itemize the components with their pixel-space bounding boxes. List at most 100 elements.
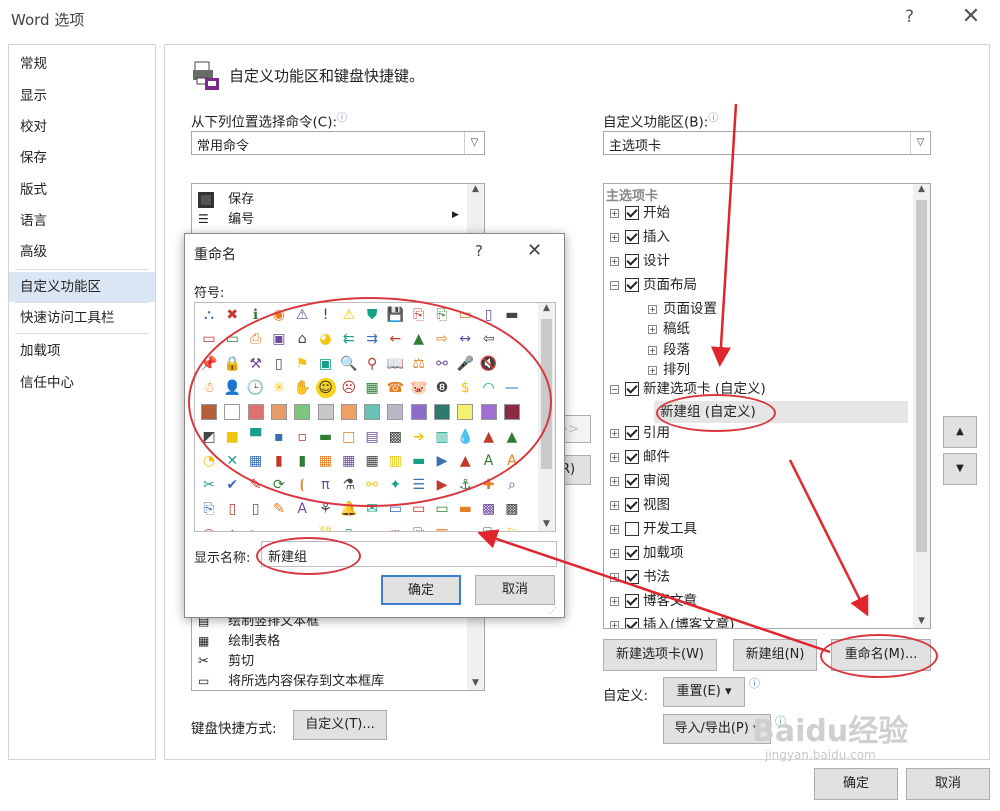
expand-icon[interactable]: + (610, 428, 619, 438)
symbol-icon[interactable]: ▯ (339, 524, 359, 531)
tree-checkbox[interactable] (625, 206, 639, 220)
tree-item[interactable]: + 书法 (610, 566, 670, 588)
keyboard-customize-button[interactable]: 自定义(T)... (293, 710, 387, 740)
close-button[interactable]: ✕ (958, 4, 984, 29)
symbol-icon[interactable]: ▭ (432, 499, 452, 519)
symbol-icon[interactable]: A (292, 499, 312, 519)
ribbon-tabs-combo[interactable]: 主选项卡 ▽ (603, 131, 931, 155)
tree-checkbox[interactable] (625, 570, 639, 584)
sidebar-item-1[interactable]: 显示 (9, 81, 155, 111)
tree-checkbox[interactable] (625, 498, 639, 512)
move-down-button[interactable]: ▼ (943, 453, 977, 485)
symbol-icon[interactable]: ✎ (269, 499, 289, 519)
sidebar-item-5[interactable]: 语言 (9, 206, 155, 236)
sidebar-item-9[interactable]: 加载项 (9, 336, 155, 366)
expand-icon[interactable]: + (610, 256, 619, 266)
list-item[interactable]: ▦ 绘制表格 (198, 630, 280, 649)
expand-icon[interactable]: + (610, 232, 619, 242)
dialog-close-button[interactable]: ✕ (527, 240, 542, 261)
chevron-down-icon[interactable]: ▽ (910, 132, 930, 154)
reset-button[interactable]: 重置(E) ▾ (663, 677, 745, 707)
tree-item[interactable]: + 插入 (610, 226, 670, 248)
symbol-icon[interactable]: ✖ (222, 305, 242, 325)
expand-icon[interactable]: + (648, 304, 657, 314)
move-up-button[interactable]: ▲ (943, 416, 977, 448)
new-group-button[interactable]: 新建组(N) (733, 639, 817, 671)
symbol-icon[interactable]: ▭ (362, 524, 382, 531)
symbol-icon[interactable]: ✂ (246, 524, 266, 531)
chevron-down-icon[interactable]: ▽ (464, 132, 484, 154)
tree-item[interactable]: + 段落 (648, 339, 690, 361)
tree-checkbox[interactable] (625, 522, 639, 536)
symbol-icon[interactable]: ⎘ (479, 524, 499, 531)
symbol-icon[interactable]: ⌂ (222, 524, 242, 531)
collapse-icon[interactable]: − (610, 384, 619, 394)
tree-item[interactable]: + 视图 (610, 494, 670, 516)
symbol-icon[interactable]: ▯ (222, 499, 242, 519)
tree-item[interactable]: + 设计 (610, 250, 670, 272)
expand-icon[interactable]: + (610, 524, 619, 534)
symbol-icon[interactable]: ⛓ (316, 524, 336, 531)
tree-checkbox[interactable] (625, 618, 639, 628)
expand-icon[interactable]: + (610, 596, 619, 606)
symbol-icon[interactable]: ▩ (479, 499, 499, 519)
expand-icon[interactable]: + (610, 548, 619, 558)
tree-item[interactable]: + 加载项 (610, 542, 684, 564)
dialog-cancel-button[interactable]: 取消 (475, 575, 555, 605)
tree-item[interactable]: + 开发工具 (610, 518, 697, 540)
list-item[interactable]: ☰ 编号 (198, 208, 254, 227)
symbol-icon[interactable]: ▬ (455, 499, 475, 519)
symbol-icon[interactable]: ⎘ (199, 499, 219, 519)
tree-item[interactable]: + 邮件 (610, 446, 670, 468)
expand-icon[interactable]: + (610, 476, 619, 486)
sidebar-item-3[interactable]: 保存 (9, 143, 155, 173)
tree-checkbox[interactable] (625, 278, 639, 292)
list-item[interactable]: ✂ 剪切 (198, 650, 254, 669)
new-tab-button[interactable]: 新建选项卡(W) (603, 639, 717, 671)
symbol-icon[interactable]: — (269, 524, 289, 531)
tree-checkbox[interactable] (625, 450, 639, 464)
sidebar-item-7[interactable]: 自定义功能区 (9, 272, 155, 302)
tree-item[interactable]: + 博客文章 (610, 590, 697, 612)
expand-icon[interactable]: + (610, 572, 619, 582)
symbol-icon[interactable]: ⚐ (502, 524, 522, 531)
symbol-icon[interactable]: ◉ (199, 524, 219, 531)
symbol-icon[interactable]: ▭ (455, 524, 475, 531)
tree-item[interactable]: + 稿纸 (648, 318, 690, 340)
tree-item[interactable]: + 插入(博客文章) (610, 614, 735, 628)
tree-checkbox[interactable] (625, 382, 639, 396)
symbol-icon[interactable]: ✔ (222, 475, 242, 495)
collapse-icon[interactable]: − (610, 280, 619, 290)
list-item[interactable]: ▭ 将所选内容保存到文本框库 (198, 670, 384, 689)
sidebar-item-0[interactable]: 常规 (9, 49, 155, 79)
tree-item[interactable]: + 审阅 (610, 470, 670, 492)
sidebar-item-6[interactable]: 高级 (9, 237, 155, 267)
symbol-icon[interactable]: ⎘ (409, 524, 429, 531)
expand-icon[interactable]: + (648, 345, 657, 355)
expand-icon[interactable]: + (648, 324, 657, 334)
dialog-ok-button[interactable]: 确定 (381, 575, 461, 605)
expand-icon[interactable]: + (610, 500, 619, 510)
symbol-icon[interactable]: ⚮ (385, 524, 405, 531)
tree-checkbox[interactable] (625, 474, 639, 488)
symbol-icon[interactable]: ▬ (502, 305, 522, 325)
symbol-icon[interactable]: ▩ (502, 499, 522, 519)
resize-grip-icon[interactable]: ⋰ (549, 606, 557, 615)
help-button[interactable]: ? (905, 7, 914, 27)
tree-checkbox[interactable] (625, 546, 639, 560)
sidebar-item-8[interactable]: 快速访问工具栏 (9, 303, 155, 333)
tree-checkbox[interactable] (625, 230, 639, 244)
symbol-icon[interactable]: ⛬ (199, 305, 219, 325)
expand-icon[interactable]: + (610, 620, 619, 628)
tree-item[interactable]: + 开始 (610, 202, 670, 224)
expand-icon[interactable]: + (610, 208, 619, 218)
dialog-help-button[interactable]: ? (475, 242, 483, 260)
symbol-icon[interactable]: ✂ (199, 475, 219, 495)
symbol-icon[interactable]: ⌕ (502, 475, 522, 495)
tree-scrollbar[interactable]: ▲ ▼ (913, 184, 930, 628)
tree-checkbox[interactable] (625, 426, 639, 440)
sidebar-item-2[interactable]: 校对 (9, 112, 155, 142)
tree-checkbox[interactable] (625, 594, 639, 608)
symbol-icon[interactable]: ▦ (432, 524, 452, 531)
list-item[interactable]: 保存 (198, 188, 254, 208)
